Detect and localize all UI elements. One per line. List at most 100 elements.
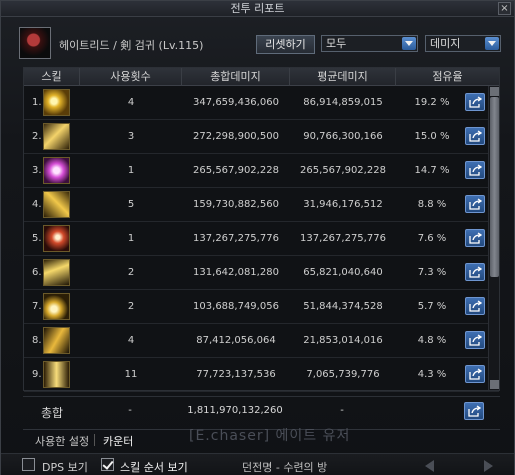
column-header-skill[interactable]: 스킬: [24, 68, 80, 86]
share-row-button[interactable]: [465, 297, 485, 315]
table-scrollbar[interactable]: [488, 86, 499, 390]
row-total-damage: 272,298,900,500: [193, 131, 279, 142]
row-share: 7.3 %: [417, 267, 447, 278]
row-rank: 6.: [32, 267, 42, 278]
share-row-button[interactable]: [465, 127, 485, 145]
share-row-button[interactable]: [465, 229, 485, 247]
skill-icon[interactable]: [43, 89, 70, 116]
table-row[interactable]: 9. 11 77,723,137,536 7,065,739,776 4.3 %: [24, 358, 499, 392]
row-average-damage: 21,853,014,016: [303, 335, 383, 346]
row-average-damage: 51,844,374,528: [303, 301, 383, 312]
column-header-count[interactable]: 사용횟수: [80, 68, 182, 86]
share-row-button[interactable]: [465, 161, 485, 179]
scroll-thumb[interactable]: [490, 97, 499, 277]
row-count: 2: [127, 301, 135, 312]
row-count: 11: [124, 369, 138, 380]
column-header-share[interactable]: 점유율: [396, 68, 499, 86]
next-arrow-icon[interactable]: [484, 460, 493, 472]
share-row-button[interactable]: [465, 195, 485, 213]
export-icon: [469, 266, 482, 278]
skill-icon[interactable]: [43, 225, 70, 252]
table-row[interactable]: 7. 2 103,688,749,056 51,844,374,528 5.7 %: [24, 290, 499, 324]
export-icon: [469, 232, 482, 244]
row-share: 4.8 %: [417, 335, 447, 346]
watermark: [E.chaser] 에이트 유저: [189, 428, 351, 444]
table-header: 스킬 사용횟수 총합데미지 평균데미지 점유율: [24, 68, 499, 86]
row-average-damage: 86,914,859,015: [303, 97, 383, 108]
row-total-damage: 131,642,081,280: [193, 267, 279, 278]
row-rank: 8.: [32, 335, 42, 346]
damage-type-dropdown[interactable]: 데미지: [425, 35, 501, 52]
column-header-average-damage[interactable]: 평균데미지: [290, 68, 396, 86]
row-total-damage: 159,730,882,560: [193, 199, 279, 210]
report-header: 헤이트리드 / 剣 검귀 (Lv.115) 리셋하기 모두 데미지: [19, 27, 501, 61]
chevron-down-icon[interactable]: [485, 37, 499, 50]
window-title: 전투 리포트: [230, 2, 285, 15]
character-name: 헤이트리드 / 剣 검귀 (Lv.115): [59, 39, 204, 52]
total-damage: 1,811,970,132,260: [187, 405, 283, 416]
export-icon: [468, 405, 481, 417]
skill-order-checkbox[interactable]: [101, 458, 114, 471]
previous-arrow-icon[interactable]: [425, 460, 434, 472]
export-icon: [469, 198, 482, 210]
share-total-button[interactable]: [464, 402, 484, 420]
skill-icon[interactable]: [43, 293, 70, 320]
scroll-up-arrow-icon[interactable]: [490, 87, 499, 96]
footer-bar: DPS 보기 스킬 순서 보기 던전명 - 수련의 방: [1, 453, 514, 475]
table-row[interactable]: 4. 5 159,730,882,560 31,946,176,512 8.8 %: [24, 188, 499, 222]
close-button[interactable]: ×: [498, 2, 511, 15]
share-row-button[interactable]: [465, 365, 485, 383]
total-average: -: [340, 405, 344, 416]
row-rank: 5.: [32, 233, 42, 244]
dps-view-label[interactable]: DPS 보기: [42, 459, 88, 475]
scroll-down-arrow-icon[interactable]: [490, 380, 499, 389]
chevron-down-icon[interactable]: [402, 37, 416, 50]
table-row[interactable]: 2. 3 272,298,900,500 90,766,300,166 15.0 %: [24, 120, 499, 154]
skill-icon[interactable]: [43, 259, 70, 286]
row-total-damage: 87,412,056,064: [196, 335, 276, 346]
export-icon: [469, 96, 482, 108]
table-row[interactable]: 6. 2 131,642,081,280 65,821,040,640 7.3 %: [24, 256, 499, 290]
filter-dropdown[interactable]: 모두: [321, 35, 418, 52]
combat-report-window: 전투 리포트 × 헤이트리드 / 剣 검귀 (Lv.115) 리셋하기 모두 데…: [0, 0, 515, 475]
row-rank: 7.: [32, 301, 42, 312]
row-average-damage: 65,821,040,640: [303, 267, 383, 278]
row-count: 3: [127, 131, 135, 142]
skill-icon[interactable]: [43, 123, 70, 150]
tab-counter[interactable]: 카운터: [103, 433, 133, 449]
row-count: 5: [127, 199, 135, 210]
row-share: 14.7 %: [414, 165, 450, 176]
export-icon: [469, 130, 482, 142]
table-row[interactable]: 5. 1 137,267,275,776 137,267,275,776 7.6 %: [24, 222, 499, 256]
total-row: 총합 - 1,811,970,132,260 -: [23, 396, 500, 424]
row-share: 4.3 %: [417, 369, 447, 380]
skill-icon[interactable]: [43, 361, 70, 388]
skill-icon[interactable]: [43, 157, 70, 184]
row-count: 1: [127, 165, 135, 176]
share-row-button[interactable]: [465, 93, 485, 111]
row-count: 1: [127, 233, 135, 244]
export-icon: [469, 164, 482, 176]
table-row[interactable]: 3. 1 265,567,902,228 265,567,902,228 14.7 %: [24, 154, 499, 188]
row-rank: 3.: [32, 165, 42, 176]
tab-used-settings[interactable]: 사용한 설정: [35, 433, 89, 449]
column-header-total-damage[interactable]: 총합데미지: [182, 68, 290, 86]
table-row[interactable]: 8. 4 87,412,056,064 21,853,014,016 4.8 %: [24, 324, 499, 358]
reset-button[interactable]: 리셋하기: [256, 35, 315, 54]
share-row-button[interactable]: [465, 331, 485, 349]
skill-table: 스킬 사용횟수 총합데미지 평균데미지 점유율 1. 4 347,659,436,0…: [23, 67, 500, 392]
share-row-button[interactable]: [465, 263, 485, 281]
skill-icon[interactable]: [43, 191, 70, 218]
row-share: 8.8 %: [417, 199, 447, 210]
character-portrait: [19, 27, 51, 59]
row-rank: 9.: [32, 369, 42, 380]
tab-divider: [94, 434, 95, 446]
damage-type-selected: 데미지: [430, 37, 461, 50]
skill-order-label[interactable]: 스킬 순서 보기: [120, 459, 188, 475]
table-row[interactable]: 1. 4 347,659,436,060 86,914,859,015 19.2 %: [24, 86, 499, 120]
export-icon: [469, 368, 482, 380]
dps-view-checkbox[interactable]: [22, 458, 35, 471]
skill-icon[interactable]: [43, 327, 70, 354]
row-share: 5.7 %: [417, 301, 447, 312]
title-bar[interactable]: 전투 리포트 ×: [1, 1, 514, 17]
